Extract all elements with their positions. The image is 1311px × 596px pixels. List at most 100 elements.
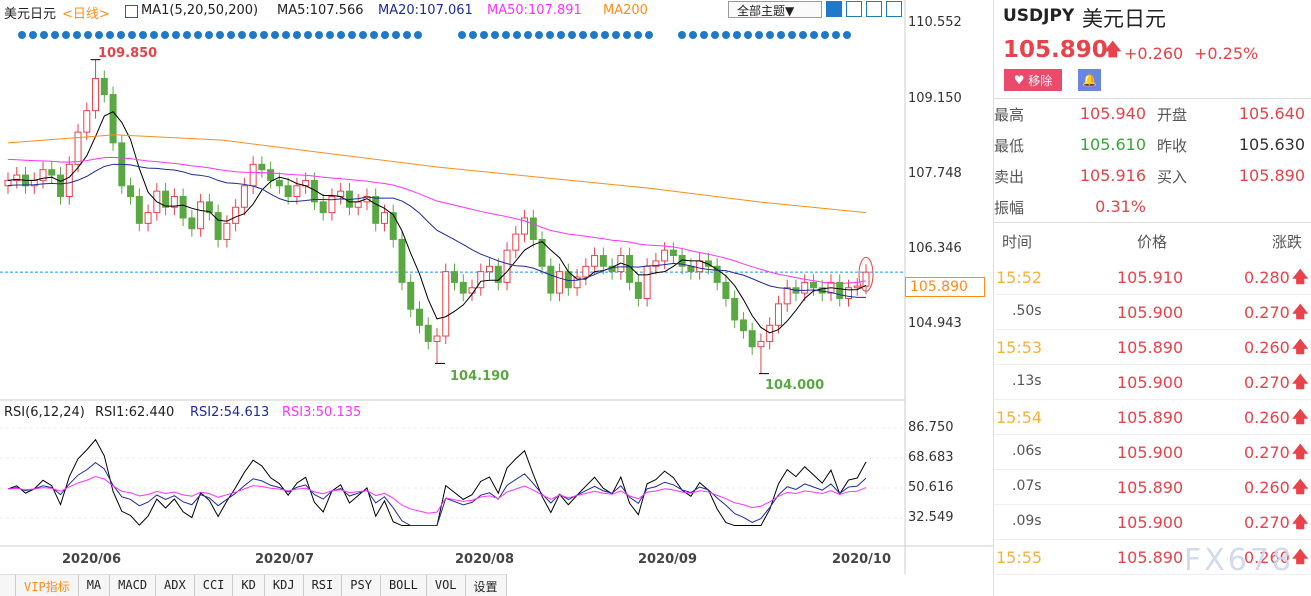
signal-dot [271,31,279,39]
tick-change: 0.260 [1244,408,1290,427]
current-price-label: 105.890 [905,277,985,297]
candle-body [862,271,870,287]
signal-dot [249,31,257,39]
tab-ma[interactable]: MA [78,575,111,596]
remove-watchlist-button[interactable]: ♥ 移除 [1004,69,1062,91]
signal-dot [216,31,224,39]
indicator-tabs: VIP指标 MA MACD ADX CCI KD KDJ RSI PSY BOL… [0,574,507,596]
candle-body [319,201,327,214]
candle-body [232,206,240,224]
signal-dot [128,31,136,39]
price-tick: 110.552 [908,15,962,30]
tab-adx[interactable]: ADX [156,575,195,596]
candle-body [547,265,555,294]
zoom-in-icon[interactable] [846,1,862,17]
tick-price: 105.900 [1117,373,1184,392]
low-annotation: 104.000 [765,378,825,393]
tick-price: 105.890 [1117,478,1184,497]
date-tick: 2020/10 [832,552,892,567]
signal-dot [579,31,587,39]
bell-icon[interactable]: 🔔 [1078,69,1101,91]
signal-dot [843,31,851,39]
stat-label: 振幅 [994,199,1025,217]
rsi-tick: 50.616 [908,480,954,495]
tick-row: .07s 105.890 0.260 🡅 [994,470,1311,505]
tab-rsi[interactable]: RSI [303,575,343,596]
quote-panel: USDJPY 美元日元 105.890 🡅 +0.260 +0.25% ♥ 移除… [993,0,1311,596]
tab-boll[interactable]: BOLL [380,575,427,596]
signal-dot [788,31,796,39]
price-tick: 104.943 [908,316,962,331]
signal-dot [755,31,763,39]
signal-dot [524,31,532,39]
tick-time: .06s [1012,443,1042,459]
signal-dot [62,31,70,39]
signal-dot [95,31,103,39]
watermark-logo: FX678 [1184,543,1295,578]
signal-dot [601,31,609,39]
tick-time: 15:52 [996,268,1043,287]
crosshair-icon[interactable] [826,1,842,17]
ma-settings-icon[interactable] [125,5,138,18]
step-icon[interactable] [866,1,882,17]
period-label[interactable]: <日线> [62,3,110,22]
zoom-out-icon[interactable] [886,1,902,17]
theme-dropdown[interactable]: 全部主题▼ [728,1,822,18]
signal-dot [568,31,576,39]
tab-psy[interactable]: PSY [342,575,381,596]
candle-body [836,281,844,299]
candle-body [486,265,494,273]
candle-body [451,271,459,283]
candle-body [503,249,511,283]
signal-dot [711,31,719,39]
tab-vol[interactable]: VOL [426,575,466,596]
low-annotation: 104.190 [450,369,510,384]
col-price: 价格 [1137,233,1168,251]
up-arrow-icon: 🡅 [1104,40,1122,60]
tab-prev[interactable] [0,575,16,596]
quote-pct: +0.25% [1194,44,1259,63]
signal-dot [205,31,213,39]
tick-price: 105.900 [1117,303,1184,322]
signal-dot [282,31,290,39]
price-tick: 106.346 [908,241,962,256]
candle-body [722,281,730,299]
candle-body [48,169,56,176]
stat-label: 开盘 [1157,106,1188,124]
tick-price: 105.890 [1117,548,1184,567]
tick-row: 15:54 105.890 0.260 🡅 [994,400,1311,435]
tick-row: .50s 105.900 0.270 🡅 [994,295,1311,330]
candle-body [100,77,108,96]
candle-body [696,260,704,273]
candle-body [634,281,642,299]
date-tick: 2020/06 [62,552,122,567]
tab-kd[interactable]: KD [233,575,265,596]
signal-dot [337,31,345,39]
tab-cci[interactable]: CCI [194,575,234,596]
candle-body [599,255,607,267]
signal-dot [183,31,191,39]
candle-body [240,185,248,208]
tab-kdj[interactable]: KDJ [264,575,304,596]
tab-settings[interactable]: 设置 [465,575,507,596]
tick-row: 15:53 105.890 0.260 🡅 [994,330,1311,365]
stat-label: 昨收 [1157,137,1188,155]
signal-dot [744,31,752,39]
candle-body [372,196,380,224]
candle-body [258,163,266,171]
tab-macd[interactable]: MACD [110,575,157,596]
stat-value: 105.630 [1238,135,1305,154]
signal-dot [260,31,268,39]
price-chart[interactable] [0,0,993,574]
price-tick: 109.150 [908,91,962,106]
signal-dot [535,31,543,39]
stat-label: 买入 [1157,168,1188,186]
candle-body [661,249,669,262]
stat-value: 105.640 [1238,104,1305,123]
signal-dot [634,31,642,39]
candle-body [669,249,677,257]
quote-price: 105.890 [1003,37,1108,63]
candle-body [223,222,231,240]
tick-row: .06s 105.900 0.270 🡅 [994,435,1311,470]
tab-vip[interactable]: VIP指标 [16,575,79,596]
